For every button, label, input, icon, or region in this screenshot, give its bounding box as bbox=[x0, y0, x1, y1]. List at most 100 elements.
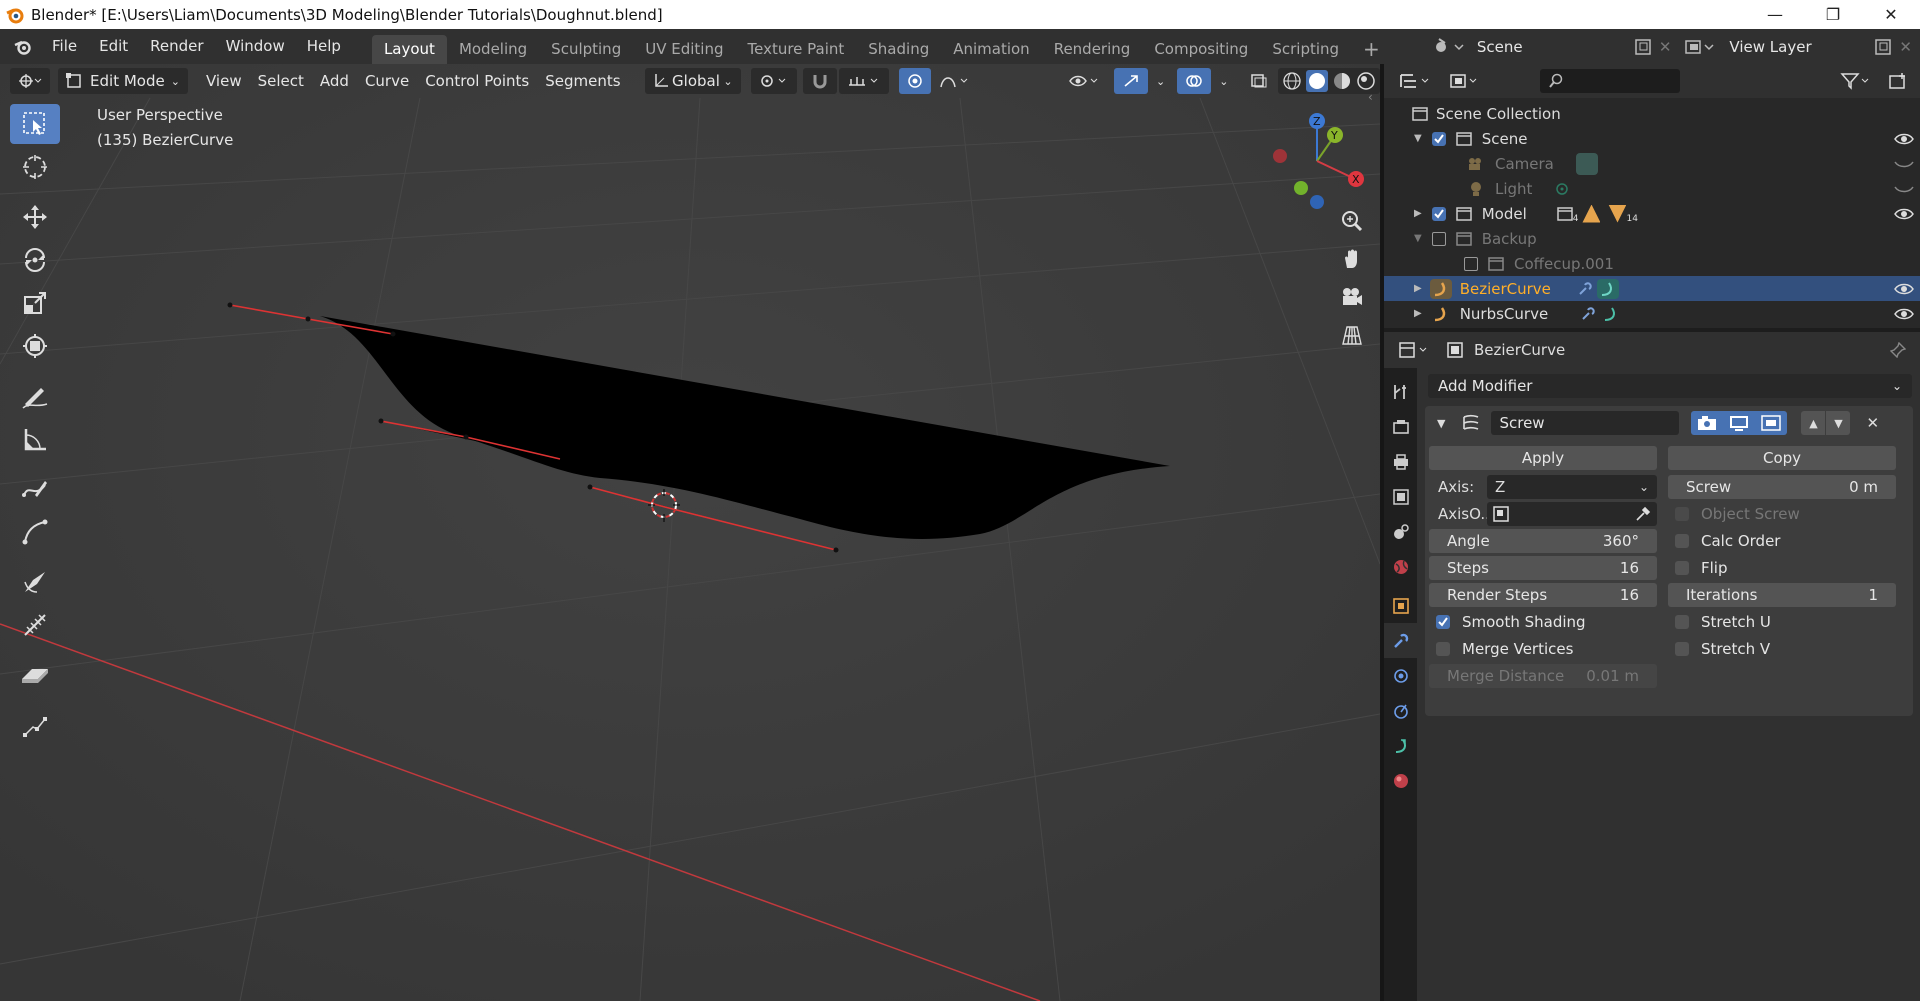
tab-animation[interactable]: Animation bbox=[941, 35, 1041, 64]
camera-view-button[interactable] bbox=[1335, 280, 1369, 314]
render-display-icon[interactable] bbox=[1760, 414, 1782, 432]
tab-physics[interactable] bbox=[1384, 693, 1417, 728]
display-mode-dropdown[interactable] bbox=[1440, 68, 1490, 94]
calc-order-checkbox[interactable]: Calc Order bbox=[1675, 529, 1780, 553]
scale-tool[interactable] bbox=[10, 283, 60, 323]
tab-compositing[interactable]: Compositing bbox=[1142, 35, 1260, 64]
minimize-button[interactable]: — bbox=[1746, 0, 1804, 29]
tilt-tool[interactable] bbox=[10, 562, 60, 602]
collapse-arrow-icon[interactable]: ‹ bbox=[1368, 90, 1373, 104]
menu-control-points[interactable]: Control Points bbox=[417, 68, 537, 94]
remove-modifier-icon[interactable]: ✕ bbox=[1866, 414, 1879, 432]
tab-texture-paint[interactable]: Texture Paint bbox=[735, 35, 856, 64]
move-tool[interactable] bbox=[10, 197, 60, 237]
steps-field[interactable]: Steps 16 bbox=[1429, 556, 1657, 580]
exclude-checkbox[interactable] bbox=[1431, 131, 1446, 146]
extrude-tool[interactable] bbox=[10, 655, 60, 695]
exclude-checkbox[interactable] bbox=[1431, 206, 1446, 221]
exclude-checkbox[interactable] bbox=[1431, 231, 1446, 246]
iterations-field[interactable]: Iterations 1 bbox=[1668, 583, 1896, 607]
editor-type-button[interactable] bbox=[10, 68, 50, 94]
menu-add[interactable]: Add bbox=[312, 68, 357, 94]
outliner-row-light[interactable]: Light bbox=[1384, 176, 1920, 201]
overlay-dropdown[interactable]: ⌄ bbox=[1211, 68, 1236, 94]
proportional-editing-toggle[interactable] bbox=[898, 68, 931, 94]
orientation-dropdown[interactable]: Global ⌄ bbox=[644, 68, 741, 94]
delete-view-layer-icon[interactable]: ✕ bbox=[1899, 38, 1912, 56]
stretch-v-checkbox[interactable]: Stretch V bbox=[1675, 637, 1770, 661]
tab-shading[interactable]: Shading bbox=[856, 35, 941, 64]
new-view-layer-icon[interactable] bbox=[1871, 37, 1899, 57]
menu-segments[interactable]: Segments bbox=[537, 68, 628, 94]
select-box-tool[interactable] bbox=[10, 104, 60, 144]
curve-pen-tool[interactable] bbox=[10, 512, 60, 552]
solid-shading-icon[interactable] bbox=[1306, 70, 1329, 92]
tab-tool[interactable] bbox=[1384, 374, 1417, 409]
eyedropper-icon[interactable] bbox=[1635, 506, 1651, 522]
eye-icon[interactable] bbox=[1894, 207, 1914, 221]
menu-edit[interactable]: Edit bbox=[88, 29, 139, 64]
blender-menu-icon[interactable] bbox=[13, 38, 33, 56]
expand-arrow-icon[interactable]: ▶ bbox=[1414, 308, 1422, 319]
tab-modeling[interactable]: Modeling bbox=[447, 35, 539, 64]
tab-scripting[interactable]: Scripting bbox=[1260, 35, 1351, 64]
tab-curve-data[interactable] bbox=[1384, 728, 1417, 763]
menu-view[interactable]: View bbox=[198, 68, 250, 94]
eye-closed-icon[interactable] bbox=[1894, 157, 1914, 171]
scene-icon[interactable] bbox=[1431, 37, 1465, 57]
pan-view-button[interactable] bbox=[1335, 242, 1369, 276]
editmode-display-icon[interactable] bbox=[1696, 414, 1718, 432]
add-modifier-dropdown[interactable]: Add Modifier ⌄ bbox=[1428, 374, 1912, 398]
tab-scene[interactable] bbox=[1384, 514, 1417, 549]
tab-layout[interactable]: Layout bbox=[371, 35, 447, 64]
randomize-tool[interactable] bbox=[10, 705, 60, 745]
axis-object-field[interactable] bbox=[1487, 502, 1657, 526]
properties-editor-type[interactable] bbox=[1390, 337, 1440, 363]
tab-material[interactable] bbox=[1384, 763, 1417, 798]
wireframe-shading-icon[interactable] bbox=[1282, 71, 1302, 91]
3d-viewport[interactable]: Edit Mode ⌄ View Select Add Curve Contro… bbox=[0, 64, 1380, 1001]
maximize-button[interactable]: ❐ bbox=[1804, 0, 1862, 29]
delete-scene-icon[interactable]: ✕ bbox=[1659, 38, 1672, 56]
outliner-search-input[interactable] bbox=[1540, 69, 1680, 93]
menu-select[interactable]: Select bbox=[250, 68, 312, 94]
expand-arrow-icon[interactable]: ▶ bbox=[1414, 283, 1422, 294]
menu-curve[interactable]: Curve bbox=[357, 68, 417, 94]
snap-target-dropdown[interactable] bbox=[838, 68, 889, 94]
angle-field[interactable]: Angle 360° bbox=[1429, 529, 1657, 553]
radius-tool[interactable] bbox=[10, 605, 60, 645]
outliner-row-nurbscurve[interactable]: ▶ NurbsCurve bbox=[1384, 301, 1920, 326]
outliner-row-model[interactable]: ▶ Model 4 14 bbox=[1384, 201, 1920, 226]
zoom-view-button[interactable] bbox=[1335, 204, 1369, 238]
move-down-button[interactable]: ▼ bbox=[1826, 411, 1851, 435]
merge-vertices-checkbox[interactable]: Merge Vertices bbox=[1436, 637, 1573, 661]
view-layer-field[interactable]: View Layer bbox=[1721, 33, 1872, 60]
pin-icon[interactable] bbox=[1890, 342, 1906, 358]
stretch-u-checkbox[interactable]: Stretch U bbox=[1675, 610, 1771, 634]
outliner-row-backup[interactable]: ▼ Backup bbox=[1384, 226, 1920, 251]
tab-world[interactable] bbox=[1384, 549, 1417, 584]
view-layer-icon[interactable] bbox=[1683, 37, 1717, 57]
merge-distance-field[interactable]: Merge Distance 0.01 m bbox=[1429, 664, 1657, 688]
axis-dropdown[interactable]: Z ⌄ bbox=[1487, 475, 1657, 499]
new-scene-icon[interactable] bbox=[1631, 37, 1659, 57]
mode-dropdown[interactable]: Edit Mode ⌄ bbox=[58, 68, 188, 94]
menu-render[interactable]: Render bbox=[139, 29, 214, 64]
menu-window[interactable]: Window bbox=[215, 29, 296, 64]
realtime-display-icon[interactable] bbox=[1728, 414, 1750, 432]
measure-tool[interactable] bbox=[10, 419, 60, 459]
navigation-gizmo[interactable]: Z Y X bbox=[1260, 106, 1370, 216]
tab-sculpting[interactable]: Sculpting bbox=[539, 35, 633, 64]
expand-arrow-icon[interactable]: ▼ bbox=[1414, 233, 1422, 244]
exclude-checkbox[interactable] bbox=[1464, 256, 1478, 271]
close-button[interactable]: ✕ bbox=[1862, 0, 1920, 29]
screw-offset-field[interactable]: Screw 0 m bbox=[1668, 475, 1896, 499]
cursor-tool[interactable] bbox=[10, 147, 60, 187]
move-up-button[interactable]: ▲ bbox=[1801, 411, 1826, 435]
pivot-dropdown[interactable] bbox=[750, 68, 797, 94]
expand-arrow-icon[interactable]: ▼ bbox=[1414, 133, 1422, 144]
add-workspace-button[interactable]: + bbox=[1351, 35, 1392, 64]
material-preview-icon[interactable] bbox=[1332, 71, 1352, 91]
eye-icon[interactable] bbox=[1894, 307, 1914, 321]
eye-closed-icon[interactable] bbox=[1894, 182, 1914, 196]
